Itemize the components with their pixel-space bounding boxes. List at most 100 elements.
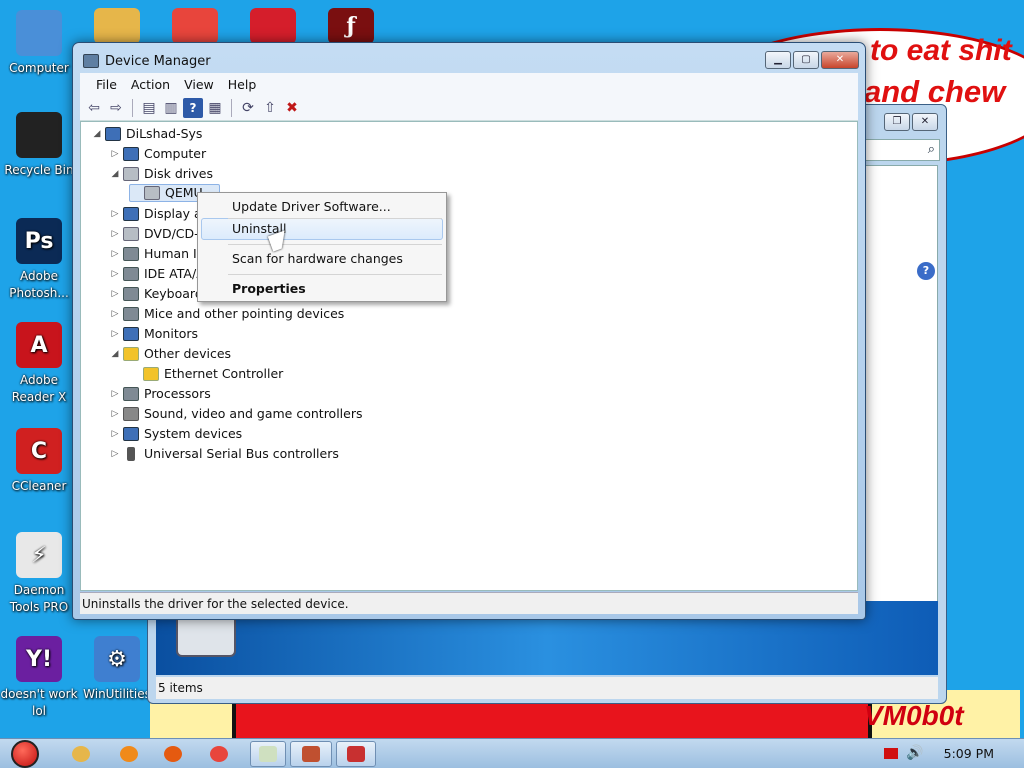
flash-player-icon[interactable]: ƒ [328, 8, 374, 44]
chrome-icon[interactable] [172, 8, 218, 44]
expand-icon[interactable]: ▷ [109, 384, 121, 404]
volume-icon[interactable]: 🔊 [906, 745, 923, 761]
tree-item[interactable]: ▷ Keyboard [109, 284, 203, 304]
menu-item-properties[interactable]: Properties [232, 278, 306, 300]
collapse-icon[interactable]: ◢ [109, 344, 121, 364]
window-title: Device Manager [105, 53, 211, 69]
desktop-icon-7[interactable]: ⚙ WinUtilities [78, 636, 156, 703]
expand-icon[interactable]: ▷ [109, 264, 121, 284]
tree-item[interactable]: ▷ Computer [109, 144, 206, 164]
expand-icon[interactable]: ▷ [109, 284, 121, 304]
tree-item[interactable]: Ethernet Controller [129, 364, 283, 384]
device-category-icon [123, 247, 139, 261]
device-category-icon [123, 387, 139, 401]
expand-icon[interactable]: ▷ [109, 144, 121, 164]
folder-icon[interactable] [94, 8, 140, 44]
menu-action[interactable]: Action [125, 77, 176, 92]
help-icon[interactable]: ? [917, 262, 935, 280]
taskbar-app-button[interactable] [114, 741, 144, 767]
menu-view[interactable]: View [178, 77, 220, 92]
maximize-icon[interactable]: ▢ [793, 51, 819, 69]
tree-item[interactable]: ▷ Processors [109, 384, 211, 404]
start-button[interactable] [4, 739, 46, 768]
back-icon[interactable]: ⇦ [84, 98, 104, 118]
expand-icon[interactable]: ▷ [109, 324, 121, 344]
tree-item-label: Processors [144, 386, 211, 401]
tree-item[interactable]: ▷ DVD/CD- [109, 224, 199, 244]
menu-file[interactable]: File [90, 77, 123, 92]
restore-icon[interactable]: ❐ [884, 113, 910, 131]
taskbar-app-button[interactable] [336, 741, 376, 767]
search-icon[interactable]: ⌕ [928, 142, 935, 157]
tree-item-label: Other devices [144, 346, 232, 361]
ccleaner-icon: C [16, 428, 62, 474]
expand-icon[interactable]: ▷ [109, 204, 121, 224]
toolbar-separator [231, 98, 232, 117]
taskbar-app-button[interactable] [250, 741, 286, 767]
desktop-icon-5[interactable]: ⚡ Daemon Tools PRO [0, 532, 78, 616]
minimize-icon[interactable]: ▁ [765, 51, 791, 69]
device-category-icon [123, 227, 139, 241]
tree-item[interactable]: ◢ Disk drives [109, 164, 213, 184]
tree-item-label: System devices [144, 426, 243, 441]
taskbar-app-button[interactable] [204, 741, 234, 767]
close-icon[interactable]: ✕ [912, 113, 938, 131]
tree-item[interactable]: ▷ Monitors [109, 324, 198, 344]
view-icon[interactable]: ▦ [205, 98, 225, 118]
collapse-icon[interactable]: ◢ [109, 164, 121, 184]
tree-item-label: Sound, video and game controllers [144, 406, 363, 421]
device-manager-window[interactable]: Device Manager ▁ ▢ ✕ File Action View Help … [72, 42, 866, 620]
tree-item[interactable]: ▷ Human In [109, 244, 205, 264]
menu-item-update-driver[interactable]: Update Driver Software... [232, 196, 391, 218]
media-player-icon [120, 746, 138, 762]
background-window-controls: ❐ ✕ [884, 113, 938, 131]
desktop-icon-3[interactable]: A Adobe Reader X [0, 322, 78, 406]
menu-help[interactable]: Help [222, 77, 263, 92]
menu-item-scan-hardware[interactable]: Scan for hardware changes [232, 248, 403, 270]
expand-icon[interactable]: ▷ [109, 424, 121, 444]
clock[interactable]: 5:09 PM [944, 739, 994, 768]
desktop-icon-6[interactable]: Y! doesn't work lol [0, 636, 78, 720]
angry-birds-icon[interactable] [250, 8, 296, 44]
uninstall-icon[interactable]: ✖ [282, 98, 302, 118]
tree-root[interactable]: ◢ DiLshad-Sys [91, 124, 202, 144]
tree-item-label: Computer [144, 146, 207, 161]
desktop-icon-2[interactable]: Ps Adobe Photosh... [0, 218, 78, 302]
help-icon[interactable]: ? [183, 97, 203, 118]
desktop-icon-0[interactable]: Computer [0, 10, 78, 77]
tree-item[interactable]: ▷ IDE ATA/A [109, 264, 205, 284]
update-driver-icon[interactable]: ⇧ [260, 98, 280, 118]
expand-icon[interactable]: ▷ [109, 444, 121, 464]
winutilities-icon: ⚙ [94, 636, 140, 682]
collapse-icon[interactable]: ◢ [91, 124, 103, 144]
notepad-icon [259, 746, 277, 762]
search-input[interactable]: ⌕ [860, 139, 940, 161]
device-category-icon [144, 186, 160, 200]
tree-item-label: Monitors [144, 326, 199, 341]
tree-item[interactable]: ▷ Universal Serial Bus controllers [109, 444, 339, 464]
desktop-icon-4[interactable]: C CCleaner [0, 428, 78, 495]
action-center-flag-icon[interactable] [884, 748, 898, 759]
console-icon[interactable]: ▥ [161, 98, 181, 118]
expand-icon[interactable]: ▷ [109, 304, 121, 324]
tree-item[interactable]: ▷ Sound, video and game controllers [109, 404, 363, 424]
expand-icon[interactable]: ▷ [109, 404, 121, 424]
title-bar[interactable]: Device Manager [83, 51, 211, 71]
taskbar-app-button[interactable] [158, 741, 188, 767]
taskbar-app-button[interactable] [66, 741, 96, 767]
desktop-icon-1[interactable]: Recycle Bin [0, 112, 78, 179]
expand-icon[interactable]: ▷ [109, 244, 121, 264]
tree-item[interactable]: ◢ Other devices [109, 344, 231, 364]
tree-item[interactable]: ▷ Mice and other pointing devices [109, 304, 344, 324]
device-category-icon [143, 367, 159, 381]
close-icon[interactable]: ✕ [821, 51, 859, 69]
device-manager-icon [347, 746, 365, 762]
properties-sheet-icon[interactable]: ▤ [139, 98, 159, 118]
expand-icon[interactable]: ▷ [109, 224, 121, 244]
tree-item-label: Human In [144, 246, 205, 261]
taskbar-app-button[interactable] [290, 741, 332, 767]
forward-icon[interactable]: ⇨ [106, 98, 126, 118]
tree-item[interactable]: ▷ Display a [109, 204, 202, 224]
tree-item[interactable]: ▷ System devices [109, 424, 242, 444]
scan-hardware-icon[interactable]: ⟳ [238, 98, 258, 118]
